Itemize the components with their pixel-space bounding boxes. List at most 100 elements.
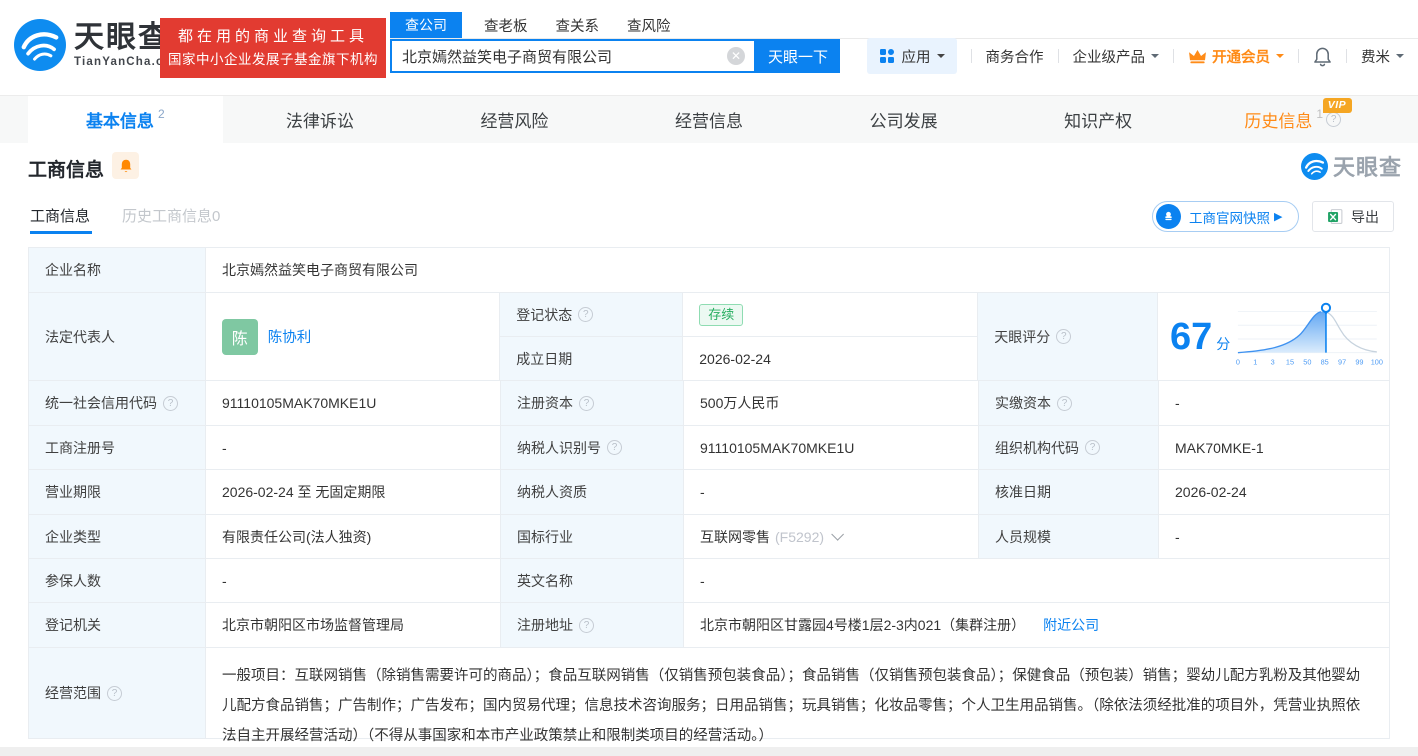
reg-capital-label: 注册资本? — [501, 381, 684, 426]
subtab-business-registration[interactable]: 工商信息 — [30, 205, 90, 226]
tab-basic-info[interactable]: 基本信息 2 — [28, 96, 223, 143]
question-circle-icon[interactable]: ? — [1085, 440, 1100, 455]
question-circle-icon[interactable]: ? — [1057, 395, 1072, 411]
insured-count-label: 参保人数 — [29, 559, 206, 603]
score-unit: 分 — [1216, 335, 1231, 352]
taxpayer-quality-label: 纳税人资质 — [501, 470, 684, 515]
search-category-tabs: 查公司 查老板 查关系 查风险 — [390, 12, 699, 39]
search-box: ✕ — [390, 39, 756, 73]
industry-name: 互联网零售 — [700, 528, 770, 545]
official-snapshot-button[interactable]: 工商官网快照 ▶ — [1152, 201, 1299, 232]
insured-count-value: - — [206, 559, 501, 603]
company-type-label: 企业类型 — [29, 515, 206, 559]
nav-cooperation[interactable]: 商务合作 — [986, 46, 1044, 67]
question-circle-icon[interactable]: ? — [607, 440, 622, 455]
divider — [1346, 49, 1347, 63]
tyc-score-label: 天眼评分 ? — [978, 293, 1158, 381]
company-name-value: 北京嫣然益笑电子商贸有限公司 — [206, 248, 1390, 293]
taxpayer-id-label: 纳税人识别号? — [501, 426, 684, 470]
svg-text:85: 85 — [1321, 357, 1329, 366]
staff-size-label: 人员规模 — [979, 515, 1159, 559]
svg-text:1: 1 — [1253, 357, 1257, 366]
english-name-value: - — [684, 559, 1390, 603]
tab-history-info[interactable]: 历史信息 1 ? VIP — [1195, 96, 1390, 143]
industry-value[interactable]: 互联网零售 (F5292) — [684, 515, 979, 559]
search-tab-relation[interactable]: 查关系 — [556, 15, 600, 36]
org-code-value: MAK70MKE-1 — [1159, 426, 1390, 470]
address-value: 北京市朝阳区甘露园4号楼1层2-3内021（集群注册） 附近公司 — [684, 603, 1390, 648]
user-menu[interactable]: 费米 — [1361, 46, 1404, 67]
credit-code-label: 统一社会信用代码? — [29, 381, 206, 426]
company-type-value: 有限责任公司(法人独资) — [206, 515, 501, 559]
subtab-history-registration[interactable]: 历史工商信息0 — [122, 205, 220, 226]
tab-legal-proceedings[interactable]: 法律诉讼 — [223, 96, 418, 143]
divider — [970, 49, 972, 63]
reg-capital-value: 500万人民币 — [684, 381, 979, 426]
tianyancha-company-page: 天眼查 TianYanCha.com 都在用的商业查询工具 国家中小企业发展子基… — [0, 0, 1418, 756]
question-circle-icon[interactable]: ? — [1056, 329, 1072, 344]
chevron-down-icon[interactable] — [831, 528, 845, 541]
taxpayer-id-value: 91110105MAK70MKE1U — [684, 426, 979, 470]
approval-date-label: 核准日期 — [979, 470, 1159, 515]
chevron-down-icon — [1151, 54, 1159, 62]
business-term-value: 2026-02-24 至 无固定期限 — [206, 470, 501, 515]
apps-label: 应用 — [901, 49, 931, 66]
banner-line1: 都在用的商业查询工具 — [177, 28, 368, 45]
vip-badge: VIP — [1322, 98, 1353, 113]
search-tab-company[interactable]: 查公司 — [390, 12, 462, 39]
tab-label: 历史信息 — [1244, 112, 1313, 131]
export-button[interactable]: 导出 — [1312, 201, 1394, 232]
status-date-subgrid: 登记状态 ? 存续 成立日期 2026-02-24 — [500, 293, 979, 381]
divider — [1057, 49, 1059, 63]
establish-date-value: 2026-02-24 — [683, 337, 979, 381]
tianyancha-logo[interactable]: 天眼查 TianYanCha.com — [14, 19, 183, 71]
tab-label: 基本信息 — [85, 112, 154, 131]
legal-rep-link[interactable]: 陈协利 — [268, 326, 312, 347]
score-distribution-chart: 0 1 3 15 50 85 97 99 100 — [1236, 302, 1383, 366]
header-nav: 应用 商务合作 企业级产品 开通会员 费米 — [866, 38, 1404, 74]
english-name-label: 英文名称 — [501, 559, 684, 603]
nav-open-vip[interactable]: 开通会员 — [1188, 46, 1284, 67]
question-circle-icon[interactable]: ? — [578, 307, 594, 322]
nearby-companies-link[interactable]: 附近公司 — [1043, 615, 1099, 635]
reg-number-value: - — [206, 426, 501, 470]
vip-label: 开通会员 — [1212, 49, 1270, 66]
search-input[interactable] — [392, 41, 754, 71]
question-circle-icon[interactable]: ? — [579, 617, 594, 633]
legal-rep-avatar[interactable]: 陈 — [221, 318, 258, 355]
tab-label: 法律诉讼 — [285, 112, 354, 131]
tab-count: 2 — [157, 106, 165, 121]
stamp-icon — [1156, 204, 1181, 229]
export-label: 导出 — [1351, 208, 1379, 225]
search-button[interactable]: 天眼一下 — [756, 39, 840, 73]
question-circle-icon[interactable]: ? — [107, 685, 122, 701]
authority-value: 北京市朝阳区市场监督管理局 — [206, 603, 501, 648]
question-circle-icon[interactable]: ? — [1326, 112, 1342, 127]
orange-bell-icon — [120, 159, 131, 172]
org-code-label: 组织机构代码? — [979, 426, 1159, 470]
search-tab-boss[interactable]: 查老板 — [484, 15, 528, 36]
subtab-active-underline — [30, 231, 92, 234]
tab-operating-risk[interactable]: 经营风险 — [417, 96, 612, 143]
nav-enterprise-products[interactable]: 企业级产品 — [1073, 46, 1159, 67]
clear-search-icon[interactable]: ✕ — [727, 47, 745, 65]
arrow-right-icon: ▶ — [1274, 211, 1283, 223]
apps-menu[interactable]: 应用 — [866, 38, 957, 74]
question-circle-icon[interactable]: ? — [579, 395, 594, 411]
watermark-text: 天眼查 — [1332, 155, 1402, 180]
address-text: 北京市朝阳区甘露园4号楼1层2-3内021（集群注册） — [700, 617, 1026, 633]
svg-text:99: 99 — [1356, 357, 1364, 366]
page-footer-band — [0, 747, 1418, 756]
notification-bell-icon[interactable] — [1313, 46, 1332, 67]
tab-business-info[interactable]: 经营信息 — [612, 96, 807, 143]
reg-status-value: 存续 — [683, 293, 979, 337]
monitor-bell-button[interactable] — [112, 152, 139, 179]
tab-company-development[interactable]: 公司发展 — [806, 96, 1001, 143]
divider — [1298, 49, 1299, 63]
search-tab-risk[interactable]: 查风险 — [627, 15, 671, 36]
crown-icon — [1189, 49, 1206, 63]
tab-intellectual-property[interactable]: 知识产权 — [1001, 96, 1196, 143]
reg-status-label: 登记状态 ? — [500, 293, 684, 337]
legal-rep-label: 法定代表人 — [29, 293, 206, 381]
question-circle-icon[interactable]: ? — [163, 395, 178, 411]
